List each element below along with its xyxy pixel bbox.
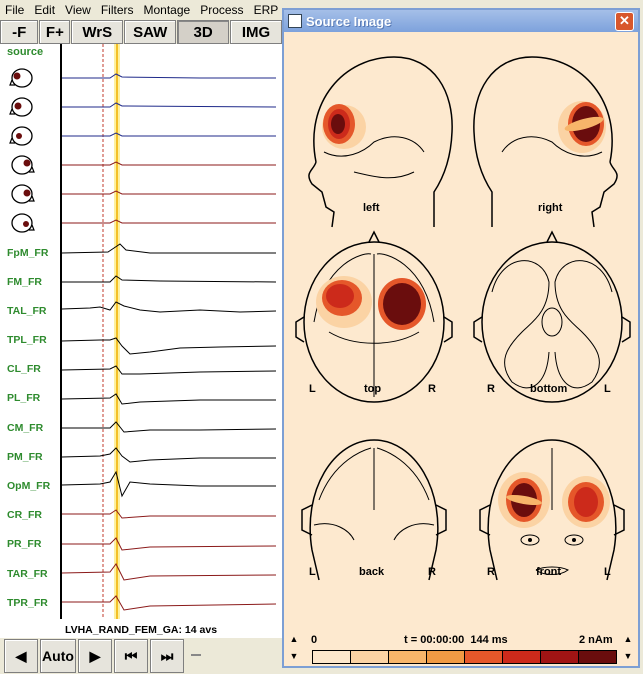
side-label-left: L bbox=[309, 566, 316, 578]
img-button[interactable]: IMG bbox=[230, 20, 282, 44]
side-label-left: L bbox=[604, 566, 611, 578]
colorbar-swatch bbox=[313, 651, 351, 663]
menu-edit[interactable]: Edit bbox=[29, 3, 60, 17]
filter-plus-button[interactable]: F+ bbox=[39, 20, 71, 44]
slider-track bbox=[191, 654, 201, 656]
fast-forward-icon: ⏭ bbox=[160, 647, 174, 664]
brain-views bbox=[295, 56, 631, 581]
menu-process[interactable]: Process bbox=[195, 3, 248, 17]
colorbar-min: 0 bbox=[311, 634, 318, 646]
menu-erp[interactable]: ERP bbox=[249, 3, 284, 17]
title-bar[interactable]: Source Image ✕ bbox=[284, 10, 638, 32]
view-label-front: front bbox=[536, 566, 562, 578]
view-label-right: right bbox=[538, 202, 563, 214]
side-label-left: L bbox=[604, 383, 611, 395]
colorbar-swatch bbox=[427, 651, 465, 663]
view-label-left: left bbox=[363, 202, 380, 214]
wrs-button[interactable]: WrS bbox=[71, 20, 124, 44]
side-label-right: R bbox=[428, 566, 436, 578]
scroll-down-icon[interactable]: ▼ bbox=[622, 650, 634, 662]
menu-montage[interactable]: Montage bbox=[139, 3, 196, 17]
view-label-back: back bbox=[359, 566, 385, 578]
side-label-left: L bbox=[309, 383, 316, 395]
scroll-up-icon[interactable]: ▲ bbox=[622, 633, 634, 645]
toolbar: -F F+ WrS SAW 3D IMG bbox=[0, 20, 282, 44]
fast-forward-button[interactable]: ⏭ bbox=[150, 639, 184, 673]
menu-bar: File Edit View Filters Montage Process E… bbox=[0, 0, 282, 20]
view-label-bottom: bottom bbox=[530, 383, 568, 395]
menu-filters[interactable]: Filters bbox=[96, 3, 139, 17]
prev-button[interactable]: ◀ bbox=[4, 639, 38, 673]
colorbar-swatch bbox=[389, 651, 427, 663]
3d-button[interactable]: 3D bbox=[177, 20, 230, 44]
colorbar-swatch bbox=[465, 651, 503, 663]
side-label-right: R bbox=[487, 383, 495, 395]
menu-view[interactable]: View bbox=[60, 3, 96, 17]
front-view bbox=[479, 439, 625, 581]
auto-button[interactable]: Auto bbox=[40, 639, 76, 673]
time-slider[interactable] bbox=[186, 640, 206, 672]
view-label-top: top bbox=[364, 383, 382, 395]
colorbar-max: 2 nAm bbox=[579, 634, 613, 646]
scroll-up-icon[interactable]: ▲ bbox=[288, 633, 300, 645]
left-view bbox=[308, 56, 453, 228]
scroll-down-icon[interactable]: ▼ bbox=[288, 650, 300, 662]
colorbar-swatch bbox=[351, 651, 389, 663]
close-button[interactable]: ✕ bbox=[615, 12, 634, 31]
saw-button[interactable]: SAW bbox=[124, 20, 177, 44]
back-view bbox=[301, 439, 447, 581]
triangle-right-icon: ▶ bbox=[89, 647, 101, 664]
filter-minus-button[interactable]: -F bbox=[0, 20, 39, 44]
close-icon: ✕ bbox=[619, 13, 630, 28]
rewind-button[interactable]: ⏮ bbox=[114, 639, 148, 673]
window-title: Source Image bbox=[306, 13, 392, 29]
colorbar-time: t = 00:00:00 144 ms bbox=[404, 634, 508, 646]
colorbar-swatch bbox=[503, 651, 541, 663]
eeg-trace-panel[interactable]: source FpM_FR FM_FR TAL_FR TPL_FR CL_FR … bbox=[0, 44, 282, 640]
top-view bbox=[295, 230, 453, 403]
side-label-right: R bbox=[428, 383, 436, 395]
source-image-window: Source Image ✕ left right L top R R bott… bbox=[282, 8, 640, 668]
bottom-view bbox=[473, 230, 631, 403]
eeg-traces bbox=[60, 44, 277, 619]
window-icon bbox=[288, 14, 302, 28]
colorbar bbox=[312, 650, 617, 664]
menu-file[interactable]: File bbox=[0, 3, 29, 17]
dataset-footer: LVHA_RAND_FEM_GA: 14 avs bbox=[64, 624, 218, 636]
colorbar-swatch bbox=[541, 651, 579, 663]
side-label-right: R bbox=[487, 566, 495, 578]
next-button[interactable]: ▶ bbox=[78, 639, 112, 673]
colorbar-swatch bbox=[579, 651, 616, 663]
triangle-left-icon: ◀ bbox=[15, 647, 27, 664]
navigation-bar: ◀ Auto ▶ ⏮ ⏭ bbox=[0, 638, 282, 674]
rewind-icon: ⏮ bbox=[124, 647, 138, 664]
